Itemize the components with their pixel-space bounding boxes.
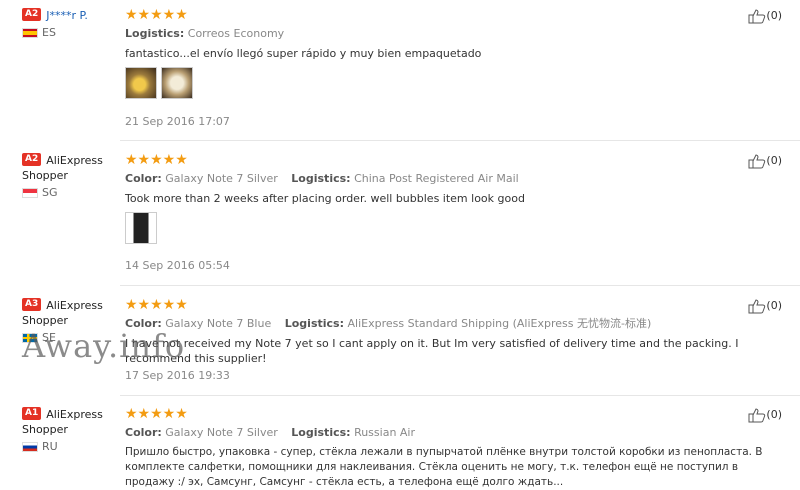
logistics-value: AliExpress Standard Shipping (AliExpress… — [347, 317, 652, 330]
flag-sg-icon — [22, 188, 38, 198]
watermark: Away.info — [22, 327, 186, 365]
review-photo[interactable] — [161, 67, 193, 99]
review-divider — [120, 395, 800, 396]
review-date: 14 Sep 2016 05:54 — [125, 259, 230, 272]
buyer-name[interactable]: J****r P. — [46, 9, 88, 22]
review-meta: Color: Galaxy Note 7 Silver Logistics: R… — [125, 426, 765, 440]
buyer-info: A2 AliExpress Shopper SG — [22, 153, 122, 200]
thumbs-up-icon — [748, 9, 766, 24]
helpful-button[interactable]: (0) — [748, 298, 782, 314]
logistics-label: Logistics: — [291, 172, 351, 185]
helpful-count: (0) — [766, 9, 782, 22]
review-meta: Logistics: Correos Economy — [125, 27, 745, 41]
review-divider — [120, 140, 800, 141]
logistics-value: Russian Air — [354, 426, 416, 439]
thumbs-up-icon — [748, 299, 766, 314]
review-divider — [120, 285, 800, 286]
country-code: RU — [42, 440, 58, 453]
buyer-level-badge: A3 — [22, 298, 42, 311]
star-rating: ★★★★★ — [125, 7, 188, 23]
color-label: Color: — [125, 426, 162, 439]
buyer-level-badge: A1 — [22, 407, 42, 420]
star-rating: ★★★★★ — [125, 152, 188, 168]
buyer-country: SG — [22, 186, 122, 200]
helpful-count: (0) — [766, 408, 782, 421]
helpful-button[interactable]: (0) — [748, 407, 782, 423]
helpful-button[interactable]: (0) — [748, 153, 782, 169]
review-text: fantastico...el envío llegó super rápido… — [125, 47, 482, 60]
logistics-value: Correos Economy — [187, 27, 285, 40]
thumbs-up-icon — [748, 154, 766, 169]
logistics-label: Logistics: — [291, 426, 351, 439]
review-date: 17 Sep 2016 19:33 — [125, 369, 230, 382]
buyer-level-badge: A2 — [22, 153, 42, 166]
review-content: ★★★★★ Color: Galaxy Note 7 Silver Logist… — [125, 407, 765, 490]
review-photo[interactable] — [125, 67, 157, 99]
logistics-value: China Post Registered Air Mail — [354, 172, 519, 185]
color-label: Color: — [125, 172, 162, 185]
helpful-count: (0) — [766, 299, 782, 312]
review-photos — [125, 67, 745, 101]
buyer-level-badge: A2 — [22, 8, 42, 21]
buyer-info: A1 AliExpress Shopper RU — [22, 407, 122, 454]
review-content: ★★★★★ Color: Galaxy Note 7 Silver Logist… — [125, 153, 745, 246]
star-rating: ★★★★★ — [125, 297, 188, 313]
logistics-label: Logistics: — [284, 317, 344, 330]
flag-ru-icon — [22, 442, 38, 452]
review-content: ★★★★★ Logistics: Correos Economy fantast… — [125, 8, 745, 101]
color-value: Galaxy Note 7 Silver — [165, 426, 278, 439]
buyer-country: ES — [22, 26, 122, 40]
review-meta: Color: Galaxy Note 7 Blue Logistics: Ali… — [125, 317, 745, 331]
helpful-button[interactable]: (0) — [748, 8, 782, 24]
star-rating: ★★★★★ — [125, 406, 188, 422]
review-meta: Color: Galaxy Note 7 Silver Logistics: C… — [125, 172, 745, 186]
buyer-info: A2 J****r P. ES — [22, 8, 122, 40]
thumbs-up-icon — [748, 408, 766, 423]
country-code: SG — [42, 186, 58, 199]
review-photos — [125, 212, 745, 246]
buyer-country: RU — [22, 440, 122, 454]
review-content: ★★★★★ Color: Galaxy Note 7 Blue Logistic… — [125, 298, 745, 366]
review-text: I have not received my Note 7 yet so I c… — [125, 337, 739, 365]
country-code: ES — [42, 26, 56, 39]
helpful-count: (0) — [766, 154, 782, 167]
review-text: Пришло быстро, упаковка - супер, стёкла … — [125, 446, 763, 488]
flag-es-icon — [22, 28, 38, 38]
logistics-label: Logistics: — [125, 27, 185, 40]
review-date: 21 Sep 2016 17:07 — [125, 115, 230, 128]
review-text: Took more than 2 weeks after placing ord… — [125, 192, 525, 205]
color-value: Galaxy Note 7 Silver — [165, 172, 278, 185]
review-photo[interactable] — [125, 212, 157, 244]
